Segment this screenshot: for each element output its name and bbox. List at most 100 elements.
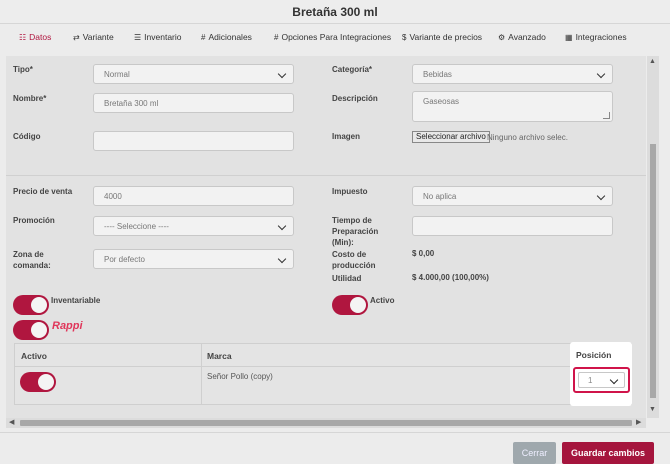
- costo-label: Costo de producción: [332, 249, 376, 271]
- table-row-divider: [15, 366, 631, 367]
- promocion-value: ---- Seleccione ----: [104, 221, 169, 231]
- inventariable-toggle[interactable]: [13, 295, 49, 315]
- descripcion-value: Gaseosas: [423, 97, 460, 106]
- tiempo-label-line: Tiempo de: [332, 216, 372, 225]
- rappi-toggle[interactable]: [13, 320, 49, 340]
- tiempo-label: Tiempo de Preparación (Min):: [332, 215, 378, 248]
- horizontal-scrollbar[interactable]: ◀ ▶: [6, 418, 646, 428]
- table-col-divider: [201, 344, 202, 404]
- scroll-up-icon[interactable]: ▲: [649, 58, 656, 65]
- descripcion-label: Descripción: [332, 94, 378, 103]
- zona-select[interactable]: Por defecto: [93, 249, 294, 269]
- impuesto-label: Impuesto: [332, 187, 368, 196]
- col-header-activo: Activo: [21, 351, 47, 361]
- grid-icon: ▦: [565, 32, 573, 42]
- tab-label: Avanzado: [508, 32, 546, 42]
- row-marca: Señor Pollo (copy): [207, 372, 273, 381]
- product-modal: Bretaña 300 ml ☷ Datos ⇄ Variante ☰ Inve…: [0, 0, 670, 464]
- gear-icon: ⚙: [498, 32, 506, 42]
- tab-integraciones[interactable]: ▦ Integraciones: [565, 32, 627, 42]
- file-status: Ninguno archivo selec.: [487, 133, 568, 142]
- precio-value: 4000: [104, 191, 122, 201]
- modal-footer: Cerrar Guardar cambios: [0, 432, 670, 464]
- tab-label: Adicionales: [208, 32, 252, 42]
- tab-adicionales[interactable]: # Adicionales: [201, 32, 252, 42]
- hash-icon: #: [274, 32, 279, 42]
- descripcion-textarea[interactable]: Gaseosas: [412, 91, 613, 122]
- modal-title: Bretaña 300 ml: [292, 5, 378, 19]
- costo-label-line: Costo de: [332, 250, 367, 259]
- tab-content-datos: Tipo* Normal Categoría* Bebidas Nombre* …: [6, 56, 646, 428]
- zona-value: Por defecto: [104, 254, 145, 264]
- vertical-scrollbar[interactable]: ▲ ▼: [647, 56, 659, 418]
- select-file-button[interactable]: Seleccionar archivo: [412, 131, 490, 143]
- brands-table: Activo Marca Señor Pollo (copy): [14, 343, 632, 405]
- activo-label: Activo: [370, 296, 395, 305]
- tab-variante-precios[interactable]: $ Variante de precios: [402, 32, 482, 42]
- promocion-label: Promoción: [13, 216, 55, 225]
- posicion-value: 1: [588, 375, 593, 385]
- col-header-posicion: Posición: [576, 350, 612, 360]
- hash-icon: #: [201, 32, 206, 42]
- zona-label: Zona de comanda:: [13, 249, 51, 271]
- modal-title-bar: Bretaña 300 ml: [0, 0, 670, 24]
- tiempo-label-line: (Min):: [332, 238, 354, 247]
- posicion-select[interactable]: 1: [573, 367, 630, 393]
- zona-label-line: Zona de: [13, 250, 44, 259]
- tab-bar: ☷ Datos ⇄ Variante ☰ Inventario # Adicio…: [0, 28, 670, 50]
- costo-label-line: producción: [332, 261, 376, 270]
- tab-avanzado[interactable]: ⚙ Avanzado: [498, 32, 546, 42]
- activo-toggle[interactable]: [332, 295, 368, 315]
- nombre-label: Nombre*: [13, 94, 47, 103]
- horizontal-scroll-thumb[interactable]: [20, 420, 632, 426]
- tab-label: Variante de precios: [409, 32, 483, 42]
- codigo-input[interactable]: [93, 131, 294, 151]
- list-icon: ☰: [134, 32, 142, 42]
- impuesto-value: No aplica: [423, 191, 457, 201]
- categoria-value: Bebidas: [423, 69, 452, 79]
- categoria-select[interactable]: Bebidas: [412, 64, 613, 84]
- scroll-down-icon[interactable]: ▼: [649, 406, 656, 413]
- tiempo-label-line: Preparación: [332, 227, 379, 236]
- inventariable-label: Inventariable: [51, 296, 101, 305]
- utilidad-label: Utilidad: [332, 274, 362, 283]
- codigo-label: Código: [13, 132, 41, 141]
- tab-inventario[interactable]: ☰ Inventario: [134, 32, 182, 42]
- imagen-label: Imagen: [332, 132, 361, 141]
- shuffle-icon: ⇄: [73, 32, 80, 42]
- tipo-select[interactable]: Normal: [93, 64, 294, 84]
- close-button[interactable]: Cerrar: [513, 442, 556, 464]
- tab-datos[interactable]: ☷ Datos: [19, 32, 51, 42]
- row-activo-toggle[interactable]: [20, 372, 56, 392]
- precio-label: Precio de venta: [13, 187, 73, 196]
- utilidad-value: $ 4.000,00 (100,00%): [412, 273, 489, 282]
- precio-input[interactable]: 4000: [93, 186, 294, 206]
- costo-value: $ 0,00: [412, 249, 435, 258]
- nombre-input[interactable]: Bretaña 300 ml: [93, 93, 294, 113]
- scroll-right-icon[interactable]: ▶: [636, 418, 641, 428]
- col-header-marca: Marca: [207, 351, 232, 361]
- tab-label: Inventario: [144, 32, 182, 42]
- scroll-left-icon[interactable]: ◀: [9, 418, 14, 428]
- tipo-value: Normal: [104, 69, 130, 79]
- save-button[interactable]: Guardar cambios: [562, 442, 654, 464]
- posicion-select-inner: 1: [578, 372, 625, 388]
- tab-label: Opciones Para Integraciones: [281, 32, 392, 42]
- tab-label: Datos: [29, 32, 52, 42]
- promocion-select[interactable]: ---- Seleccione ----: [93, 216, 294, 236]
- section-divider: [6, 175, 646, 176]
- tiempo-input[interactable]: [412, 216, 613, 236]
- nombre-value: Bretaña 300 ml: [104, 98, 159, 108]
- impuesto-select[interactable]: No aplica: [412, 186, 613, 206]
- categoria-label: Categoría*: [332, 65, 373, 74]
- tipo-label: Tipo*: [13, 65, 33, 74]
- zona-label-line: comanda:: [13, 261, 51, 270]
- tab-opciones-integraciones[interactable]: # Opciones Para Integraciones: [274, 32, 391, 42]
- sliders-icon: ☷: [19, 32, 27, 42]
- tab-variante[interactable]: ⇄ Variante: [73, 32, 114, 42]
- vertical-scroll-thumb[interactable]: [650, 144, 656, 398]
- tab-label: Integraciones: [575, 32, 627, 42]
- posicion-highlight: Posición 1: [570, 342, 632, 406]
- rappi-logo: Rappi: [52, 320, 83, 332]
- dollar-icon: $: [402, 32, 407, 42]
